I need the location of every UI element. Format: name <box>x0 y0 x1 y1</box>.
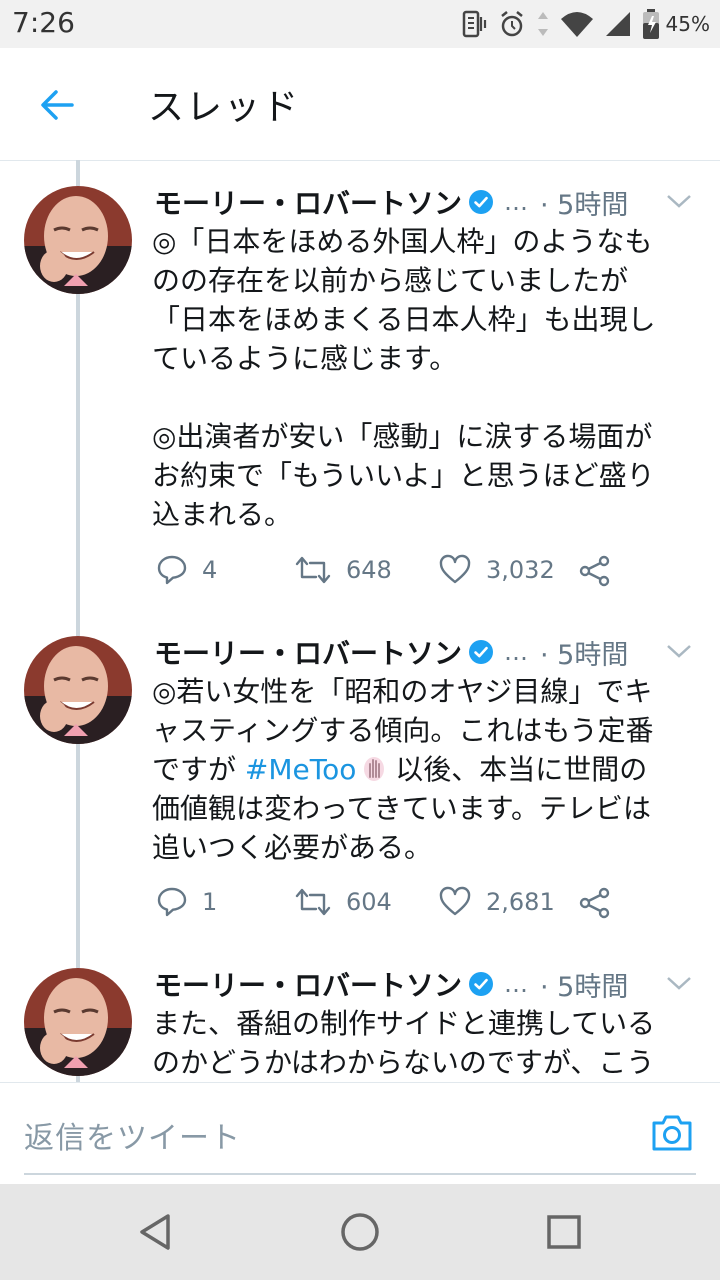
author-name[interactable]: モーリー・ロバートソン <box>154 964 462 1004</box>
tweet-time[interactable]: · 5時間 <box>540 183 628 222</box>
home-circle-icon[interactable] <box>338 1210 382 1254</box>
avatar[interactable] <box>24 968 132 1076</box>
avatar[interactable] <box>24 636 132 744</box>
retweet-button[interactable]: 648 <box>294 554 392 586</box>
reply-icon <box>157 555 187 585</box>
tweet-line: のかどうかはわからないのですが、こう <box>152 1046 655 1079</box>
tweet-header: モーリー・ロバートソン … · 5時間 <box>154 964 694 1004</box>
tweet-time[interactable]: · 5時間 <box>540 633 628 672</box>
tweet-actions: 4 648 3,032 <box>154 554 634 594</box>
tweet-text-segment: 以後、本当に世間の <box>386 753 648 786</box>
tweet-header: モーリー・ロバートソン … · 5時間 <box>154 182 694 222</box>
share-button[interactable] <box>578 886 612 920</box>
tweet-time[interactable]: · 5時間 <box>540 965 628 1004</box>
tweet-text-segment: ですが <box>152 753 245 786</box>
status-time: 7:26 <box>12 6 75 39</box>
system-nav-bar <box>0 1184 720 1280</box>
tweet-line: 価値観は変わってきています。テレビは <box>152 792 651 825</box>
hashtag-link[interactable]: #MeToo <box>245 753 356 786</box>
name-truncation: … <box>504 638 529 666</box>
tweet-line: 込まれる。 <box>152 498 293 531</box>
tweet-line: 追いつく必要がある。 <box>152 831 433 864</box>
camera-icon[interactable] <box>650 1113 694 1153</box>
reply-count: 1 <box>202 888 218 916</box>
retweet-icon <box>295 888 331 916</box>
back-arrow-icon[interactable] <box>38 86 76 124</box>
data-arrows-icon <box>537 12 548 36</box>
tweet[interactable]: モーリー・ロバートソン … · 5時間 ◎「日本をほめる外国人枠」のようなも の… <box>0 160 720 620</box>
reply-bar: 返信をツイート <box>0 1082 720 1185</box>
share-icon <box>579 555 610 587</box>
tweet-line: ですが #MeToo 以後、本当に世間の <box>152 750 700 789</box>
tweet-line: ◎出演者が安い「感動」に涙する場面が <box>152 420 653 453</box>
tweet-text: また、番組の制作サイドと連携している のかどうかはわからないのですが、こう <box>152 1004 700 1082</box>
tweet[interactable]: モーリー・ロバートソン … · 5時間 また、番組の制作サイドと連携している の… <box>0 942 720 1082</box>
like-count: 2,681 <box>486 888 555 916</box>
reply-button[interactable]: 1 <box>156 886 217 918</box>
author-name[interactable]: モーリー・ロバートソン <box>154 632 462 672</box>
verified-badge-icon <box>469 972 494 996</box>
chevron-down-icon[interactable] <box>664 186 694 216</box>
back-triangle-icon[interactable] <box>134 1210 178 1254</box>
like-count: 3,032 <box>486 556 555 584</box>
tweet-line: ◎若い女性を「昭和のオヤジ目線」でキ <box>152 675 653 708</box>
page-title: スレッド <box>148 87 301 128</box>
retweet-button[interactable]: 604 <box>294 886 392 918</box>
status-icons: 45% <box>458 6 710 42</box>
author-name[interactable]: モーリー・ロバートソン <box>154 182 462 222</box>
chevron-down-icon[interactable] <box>664 968 694 998</box>
name-truncation: … <box>504 188 529 216</box>
alarm-icon <box>500 11 523 37</box>
retweet-count: 648 <box>346 556 392 584</box>
tweet-line: のの存在を以前から感じていましたが <box>152 264 629 297</box>
reply-placeholder: 返信をツイート <box>24 1121 241 1156</box>
vibrate-icon <box>462 10 486 38</box>
wifi-icon <box>560 12 593 37</box>
tweet-header: モーリー・ロバートソン … · 5時間 <box>154 632 694 672</box>
tweet-line: また、番組の制作サイドと連携している <box>152 1007 656 1040</box>
heart-icon <box>439 886 471 916</box>
like-button[interactable]: 2,681 <box>438 886 555 918</box>
tweet-line: ャスティングする傾向。これはもう定番 <box>152 714 654 747</box>
raised-hand-emoji-icon <box>364 757 385 781</box>
reply-button[interactable]: 4 <box>156 554 217 586</box>
retweet-count: 604 <box>346 888 392 916</box>
reply-input[interactable]: 返信をツイート <box>24 1083 696 1175</box>
verified-badge-icon <box>469 190 494 214</box>
reply-icon <box>157 887 187 917</box>
avatar[interactable] <box>24 186 132 294</box>
thread-header: スレッド <box>0 48 720 161</box>
tweet-text: ◎若い女性を「昭和のオヤジ目線」でキ ャスティングする傾向。これはもう定番 です… <box>152 672 700 867</box>
tweet-line: ているように感じます。 <box>152 342 458 375</box>
retweet-icon <box>295 556 331 584</box>
like-button[interactable]: 3,032 <box>438 554 555 586</box>
chevron-down-icon[interactable] <box>664 636 694 666</box>
share-icon <box>579 887 610 919</box>
tweet-actions: 1 604 2,681 <box>154 886 634 926</box>
tweet-line: お約束で「もういいよ」と思うほど盛り <box>152 459 655 492</box>
tweet-text: ◎「日本をほめる外国人枠」のようなも のの存在を以前から感じていましたが 「日本… <box>152 222 700 534</box>
battery-percent: 45% <box>665 12 710 36</box>
battery-icon <box>642 9 659 39</box>
cell-signal-icon <box>605 12 630 36</box>
heart-icon <box>439 554 471 584</box>
tweet-line: 「日本をほめまくる日本人枠」も出現し <box>152 303 656 336</box>
tweet-line: ◎「日本をほめる外国人枠」のようなも <box>152 225 653 258</box>
name-truncation: … <box>504 970 529 998</box>
status-bar: 7:26 45% <box>0 0 720 48</box>
tweet[interactable]: モーリー・ロバートソン … · 5時間 ◎若い女性を「昭和のオヤジ目線」でキ ャ… <box>0 610 720 950</box>
reply-count: 4 <box>202 556 218 584</box>
verified-badge-icon <box>469 640 494 664</box>
recents-square-icon[interactable] <box>542 1210 586 1254</box>
share-button[interactable] <box>578 554 612 588</box>
